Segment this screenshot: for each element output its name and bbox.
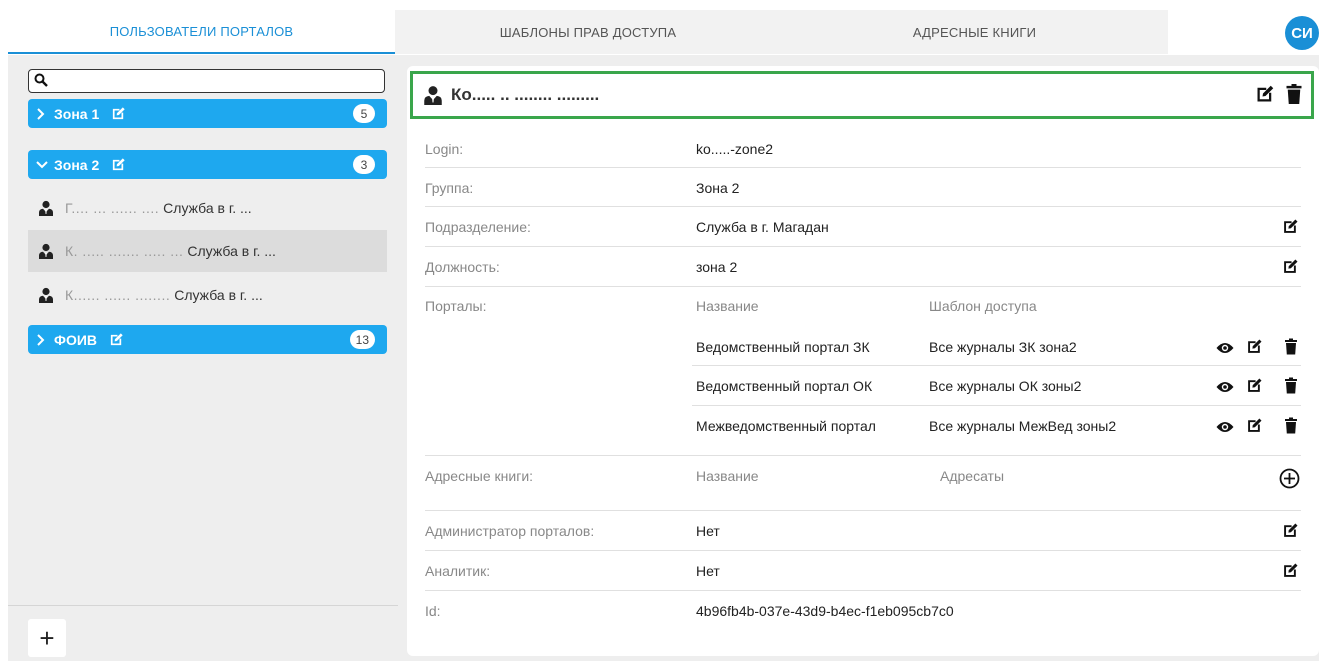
row-divider bbox=[425, 551, 1301, 591]
tab-portal-users[interactable]: ПОЛЬЗОВАТЕЛИ ПОРТАЛОВ bbox=[8, 10, 395, 54]
user-icon bbox=[38, 200, 54, 216]
count-badge: 5 bbox=[353, 104, 375, 123]
tab-access-templates[interactable]: ШАБЛОНЫ ПРАВ ДОСТУПА bbox=[395, 10, 781, 54]
chevron-right-icon bbox=[36, 333, 50, 346]
row-divider bbox=[425, 207, 1301, 247]
group-foiv[interactable]: ФОИВ 13 bbox=[28, 325, 387, 354]
id-label: Id: bbox=[425, 603, 441, 619]
user-list-item[interactable]: Г.... ... ...... .... Служба в г. ... bbox=[28, 187, 387, 229]
id-value: 4b96fb4b-037e-43d9-b4ec-f1eb095cb7c0 bbox=[696, 603, 954, 619]
user-header: Ко..... .. ........ ......... bbox=[410, 71, 1314, 119]
user-full-name: Ко..... .. ........ ......... bbox=[451, 85, 600, 104]
edit-icon[interactable] bbox=[111, 157, 126, 172]
user-name: Г.... ... ...... .... bbox=[65, 200, 160, 216]
add-user-button[interactable]: + bbox=[28, 619, 66, 657]
divider bbox=[8, 605, 398, 606]
group-zone-2[interactable]: Зона 2 3 bbox=[28, 150, 387, 179]
row-divider bbox=[425, 287, 1301, 456]
trash-icon[interactable] bbox=[1285, 84, 1303, 109]
edit-icon[interactable] bbox=[109, 332, 124, 347]
group-name: Зона 1 bbox=[54, 105, 100, 122]
search-icon bbox=[34, 73, 48, 90]
user-service: Служба в г. ... bbox=[163, 200, 252, 216]
group-name: Зона 2 bbox=[54, 156, 100, 173]
count-badge: 3 bbox=[353, 155, 375, 174]
search-input[interactable] bbox=[28, 69, 385, 93]
chevron-down-icon bbox=[36, 160, 50, 170]
user-icon bbox=[423, 85, 445, 105]
user-name: К. ..... ....... ..... ... bbox=[65, 243, 184, 259]
user-icon bbox=[38, 287, 54, 303]
row-divider bbox=[425, 456, 1301, 511]
chevron-right-icon bbox=[36, 107, 50, 120]
tab-bar: ПОЛЬЗОВАТЕЛИ ПОРТАЛОВ ШАБЛОНЫ ПРАВ ДОСТУ… bbox=[8, 10, 1319, 54]
row-divider bbox=[425, 511, 1301, 551]
user-name: К...... ...... ........ bbox=[65, 287, 171, 303]
header-actions bbox=[1255, 84, 1303, 109]
row-divider bbox=[425, 126, 1301, 168]
user-service: Служба в г. ... bbox=[187, 243, 276, 259]
sidebar: Зона 1 5 Зона 2 3 Г.... ... ...... .... … bbox=[8, 55, 398, 661]
row-divider bbox=[425, 168, 1301, 207]
user-icon bbox=[38, 243, 54, 259]
group-name: ФОИВ bbox=[54, 331, 98, 348]
user-list-item[interactable]: К...... ...... ........ Служба в г. ... bbox=[28, 274, 387, 316]
user-service: Служба в г. ... bbox=[174, 287, 263, 303]
edit-icon[interactable] bbox=[1255, 84, 1275, 109]
user-list-item-selected[interactable]: К. ..... ....... ..... ... Служба в г. .… bbox=[28, 230, 387, 272]
avatar[interactable]: СИ bbox=[1285, 16, 1319, 50]
row-divider bbox=[425, 247, 1301, 287]
tab-address-books[interactable]: АДРЕСНЫЕ КНИГИ bbox=[781, 10, 1168, 54]
edit-icon[interactable] bbox=[111, 106, 126, 121]
group-zone-1[interactable]: Зона 1 5 bbox=[28, 99, 387, 128]
count-badge: 13 bbox=[349, 330, 375, 349]
